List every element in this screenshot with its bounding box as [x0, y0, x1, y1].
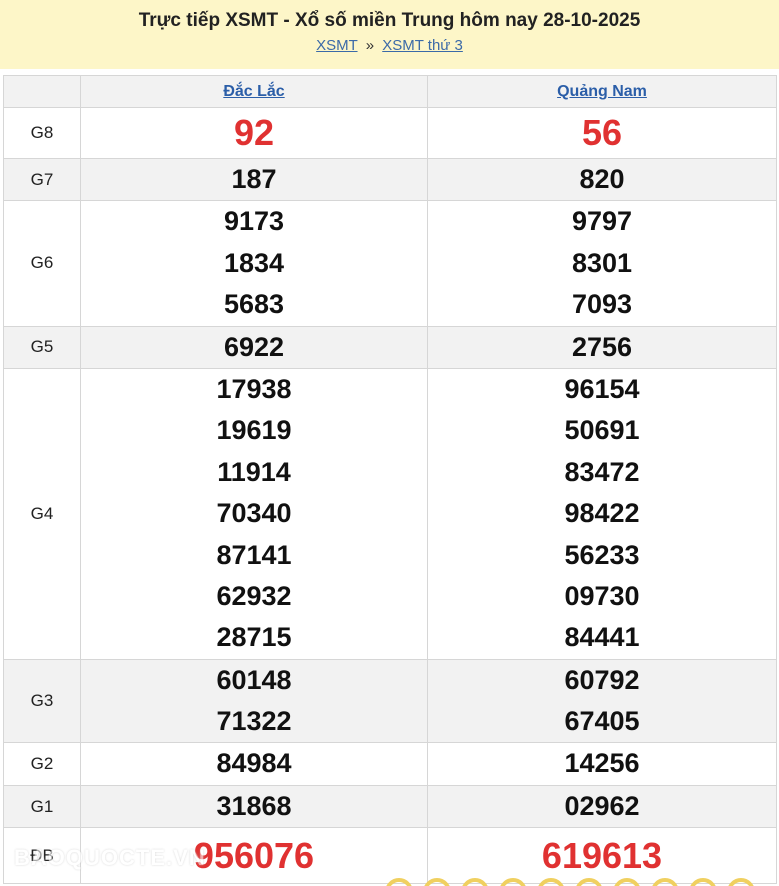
prize-number: 87141 — [216, 539, 292, 570]
prize-number: 1834 — [223, 247, 285, 278]
prize-cell-2: 619613 — [427, 827, 777, 885]
prize-row-g2: G2 84984 14256 — [3, 742, 777, 786]
province-header-2: Quảng Nam — [427, 75, 777, 108]
prize-number: 11914 — [217, 456, 291, 487]
prize-cell-1: 187 — [80, 157, 428, 202]
breadcrumb-link-xsmt[interactable]: XSMT — [316, 37, 357, 54]
prize-number: 92 — [233, 112, 275, 153]
prize-number: 6922 — [223, 331, 285, 362]
prize-label: G2 — [3, 742, 81, 786]
prize-label: G3 — [3, 658, 81, 744]
prize-row-đb: ĐB 956076 619613 — [3, 827, 777, 885]
prize-cell-1: 956076 — [80, 827, 428, 885]
prize-cell-1: 31868 — [80, 784, 428, 829]
prize-number: 09730 — [564, 580, 640, 611]
prize-cell-2: 56 — [427, 107, 777, 159]
prize-cell-1: 9173 1834 5683 — [80, 200, 428, 327]
prize-cell-2: 820 — [427, 157, 777, 202]
prize-number: 7093 — [571, 289, 633, 320]
prize-number: 14256 — [564, 748, 640, 779]
prize-number: 98422 — [564, 498, 640, 529]
prize-number: 70340 — [216, 498, 292, 529]
prize-cell-2: 60792 67405 — [427, 658, 777, 744]
prize-number: 02962 — [564, 790, 640, 821]
prize-number: 56 — [581, 112, 623, 153]
decorative-dots — [385, 878, 779, 886]
prize-number: 67405 — [564, 706, 640, 737]
prize-number: 84984 — [216, 748, 292, 779]
province-link-quang-nam[interactable]: Quảng Nam — [557, 83, 647, 100]
province-link-dac-lac[interactable]: Đắc Lắc — [223, 83, 284, 100]
prize-number: 28715 — [216, 622, 292, 653]
prize-row-g3: G3 60148 71322 60792 67405 — [3, 658, 777, 744]
page-title: Trực tiếp XSMT - Xổ số miền Trung hôm na… — [138, 10, 641, 31]
prize-cell-1: 92 — [80, 107, 428, 159]
prize-row-g7: G7 187 820 — [3, 157, 777, 202]
prize-number: 5683 — [223, 289, 285, 320]
prize-number: 19619 — [216, 415, 292, 446]
prize-label: G4 — [3, 367, 81, 660]
header-empty-cell — [3, 75, 81, 108]
prize-number: 84441 — [564, 622, 640, 653]
prize-row-g1: G1 31868 02962 — [3, 784, 777, 829]
prize-number: 60148 — [216, 664, 292, 695]
prize-number: 71322 — [216, 706, 292, 737]
prize-number: 8301 — [571, 247, 633, 278]
prize-cell-2: 96154 50691 83472 98422 56233 09730 84441 — [427, 367, 777, 660]
prize-number: 619613 — [541, 835, 663, 877]
prize-number: 17938 — [216, 373, 292, 404]
prize-number: 83472 — [564, 456, 640, 487]
prize-number: 50691 — [564, 415, 640, 446]
prize-cell-1: 60148 71322 — [80, 658, 428, 744]
prize-cell-1: 6922 — [80, 325, 428, 369]
prize-number: 56233 — [564, 539, 640, 570]
prize-number: 820 — [579, 164, 625, 194]
prize-row-g4: G4 17938 19619 11914 70340 87141 62932 28715 961… — [3, 367, 777, 660]
breadcrumb-link-xsmt-thu-3[interactable]: XSMT thứ 3 — [382, 37, 463, 54]
prize-number: 62932 — [216, 580, 292, 611]
prize-row-g8: G8 92 56 — [3, 107, 777, 159]
prize-row-g5: G5 6922 2756 — [3, 325, 777, 369]
prize-label: G6 — [3, 200, 81, 327]
table-header-row: Đắc Lắc Quảng Nam — [3, 75, 777, 108]
prize-cell-2: 2756 — [427, 325, 777, 369]
prize-number: 31868 — [216, 790, 292, 821]
prize-label: G8 — [3, 107, 81, 159]
prize-label: G1 — [3, 784, 81, 829]
page-header: Trực tiếp XSMT - Xổ số miền Trung hôm na… — [0, 0, 779, 69]
prize-cell-2: 02962 — [427, 784, 777, 829]
prize-cell-2: 9797 8301 7093 — [427, 200, 777, 327]
prize-label: G5 — [3, 325, 81, 369]
prize-row-g6: G6 9173 1834 5683 9797 8301 7093 — [3, 200, 777, 327]
prize-number: 187 — [231, 164, 277, 194]
prize-number: 96154 — [564, 373, 640, 404]
prize-number: 956076 — [193, 835, 315, 877]
breadcrumb: XSMT » XSMT thứ 3 — [0, 37, 779, 54]
prize-cell-2: 14256 — [427, 742, 777, 786]
prize-cell-1: 84984 — [80, 742, 428, 786]
prize-number: 9173 — [223, 206, 285, 237]
prize-number: 60792 — [564, 664, 640, 695]
breadcrumb-separator: » — [365, 37, 375, 54]
prize-label: ĐB — [3, 827, 81, 885]
prize-label: G7 — [3, 157, 81, 202]
prize-number: 9797 — [571, 206, 633, 237]
prize-cell-1: 17938 19619 11914 70340 87141 62932 28715 — [80, 367, 428, 660]
results-table: Đắc Lắc Quảng Nam G8 92 56 G7 187 820 G6 9173 18… — [3, 75, 777, 885]
province-header-1: Đắc Lắc — [80, 75, 428, 108]
prize-number: 2756 — [571, 331, 633, 362]
